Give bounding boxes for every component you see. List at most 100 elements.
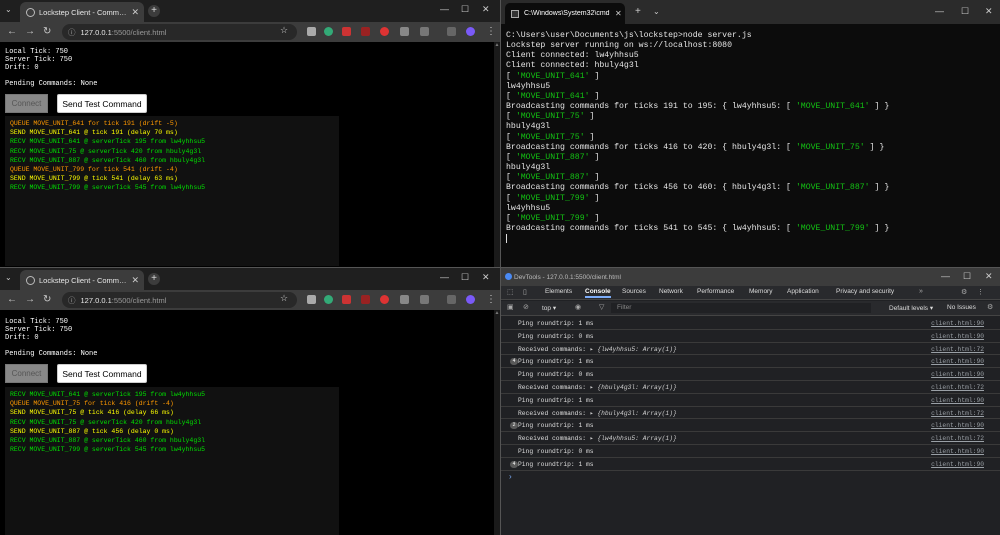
new-tab-button[interactable]: + [635, 6, 641, 17]
minimize-icon[interactable]: — [935, 6, 944, 16]
connect-button[interactable]: Connect [5, 94, 48, 113]
console-prompt-icon[interactable]: › [509, 472, 512, 481]
console-object-preview[interactable]: ▸ {lw4yhhsu5: Array(1)} [590, 435, 677, 442]
tab-search-icon[interactable]: ⌄ [5, 5, 12, 14]
extension-icon[interactable] [361, 27, 370, 36]
extension-icon[interactable] [307, 27, 316, 36]
forward-icon[interactable]: → [25, 294, 35, 305]
profile-avatar[interactable] [466, 27, 475, 36]
send-test-command-button[interactable]: Send Test Command [57, 364, 147, 383]
menu-kebab-icon[interactable]: ⋮ [486, 294, 496, 305]
tab-application[interactable]: Application [787, 288, 819, 295]
tab-memory[interactable]: Memory [749, 288, 772, 295]
more-tabs-icon[interactable]: » [919, 288, 923, 295]
extension-icon[interactable] [380, 27, 389, 36]
context-selector[interactable]: top ▾ [542, 304, 556, 312]
tab-network[interactable]: Network [659, 288, 683, 295]
reload-icon[interactable]: ↻ [43, 26, 51, 37]
extension-icon[interactable] [324, 27, 333, 36]
close-window-icon[interactable]: ✕ [985, 6, 993, 17]
chevron-down-icon[interactable]: ⌄ [653, 7, 660, 16]
filter-input[interactable]: Filter [611, 303, 871, 313]
address-bar[interactable]: ⓘ 127.0.0.1:5500/client.html [62, 292, 297, 308]
bookmark-star-icon[interactable]: ☆ [280, 25, 288, 36]
puzzle-icon[interactable] [420, 27, 429, 36]
source-link[interactable]: client.html:90 [931, 371, 984, 378]
source-link[interactable]: client.html:72 [931, 384, 984, 391]
connect-button[interactable]: Connect [5, 364, 48, 383]
maximize-icon[interactable]: ☐ [461, 4, 469, 15]
source-link[interactable]: client.html:90 [931, 397, 984, 404]
minimize-icon[interactable]: — [941, 271, 950, 281]
close-tab-icon[interactable]: ✕ [131, 275, 139, 286]
close-tab-icon[interactable]: ✕ [615, 9, 622, 18]
source-link[interactable]: client.html:90 [931, 333, 984, 340]
menu-kebab-icon[interactable]: ⋮ [486, 26, 496, 37]
extension-icon[interactable] [342, 295, 351, 304]
minimize-icon[interactable]: — [440, 4, 449, 14]
levels-dropdown[interactable]: Default levels ▾ [889, 304, 933, 312]
forward-icon[interactable]: → [25, 26, 35, 37]
terminal-output[interactable]: C:\Users\user\Documents\js\lockstep>node… [506, 31, 994, 247]
source-link[interactable]: client.html:90 [931, 422, 984, 429]
eye-icon[interactable]: ◉ [575, 303, 581, 311]
cmd-tab[interactable]: C:\Windows\System32\cmd.e ✕ [505, 3, 625, 24]
tab-sources[interactable]: Sources [622, 288, 646, 295]
extension-icon[interactable] [361, 295, 370, 304]
source-link[interactable]: client.html:72 [931, 410, 984, 417]
new-tab-button[interactable]: + [148, 273, 160, 285]
close-window-icon[interactable]: ✕ [482, 4, 490, 15]
inspect-icon[interactable]: ⬚ [507, 288, 514, 296]
source-link[interactable]: client.html:90 [931, 461, 984, 468]
profile-avatar[interactable] [466, 295, 475, 304]
source-link[interactable]: client.html:72 [931, 435, 984, 442]
reading-list-icon[interactable] [447, 295, 456, 304]
sidebar-icon[interactable]: ▣ [507, 303, 514, 311]
browser-tab[interactable]: Lockstep Client - Command Re ✕ [20, 2, 144, 22]
send-test-command-button[interactable]: Send Test Command [57, 94, 147, 113]
site-info-icon[interactable]: ⓘ [68, 27, 76, 38]
extension-icon[interactable] [400, 295, 409, 304]
extension-icon[interactable] [307, 295, 316, 304]
browser-tab[interactable]: Lockstep Client - Command Re ✕ [20, 270, 144, 290]
tab-console[interactable]: Console [585, 288, 611, 298]
source-link[interactable]: client.html:90 [931, 358, 984, 365]
bookmark-star-icon[interactable]: ☆ [280, 293, 288, 304]
extension-icon[interactable] [400, 27, 409, 36]
tab-performance[interactable]: Performance [697, 288, 734, 295]
source-link[interactable]: client.html:72 [931, 346, 984, 353]
source-link[interactable]: client.html:90 [931, 448, 984, 455]
puzzle-icon[interactable] [420, 295, 429, 304]
gear-icon[interactable]: ⚙ [987, 303, 993, 311]
gear-icon[interactable]: ⚙ [961, 288, 967, 296]
close-window-icon[interactable]: ✕ [482, 272, 490, 283]
maximize-icon[interactable]: ☐ [963, 271, 971, 282]
maximize-icon[interactable]: ☐ [461, 272, 469, 283]
terminal-text: C:\Users\user\Documents\js\lockstep>node… [506, 31, 752, 40]
extension-icon[interactable] [324, 295, 333, 304]
device-toggle-icon[interactable]: ▯ [523, 288, 527, 296]
close-tab-icon[interactable]: ✕ [131, 7, 139, 18]
extension-icon[interactable] [380, 295, 389, 304]
maximize-icon[interactable]: ☐ [961, 6, 969, 17]
address-bar[interactable]: ⓘ 127.0.0.1:5500/client.html [62, 24, 297, 40]
extension-icon[interactable] [342, 27, 351, 36]
close-window-icon[interactable]: ✕ [985, 271, 993, 282]
back-icon[interactable]: ← [7, 26, 17, 37]
back-icon[interactable]: ← [7, 294, 17, 305]
menu-kebab-icon[interactable]: ⋮ [977, 288, 984, 296]
tab-elements[interactable]: Elements [545, 288, 572, 295]
site-info-icon[interactable]: ⓘ [68, 295, 76, 306]
clear-console-icon[interactable]: ⊘ [523, 303, 529, 311]
issues-button[interactable]: No Issues [947, 304, 976, 311]
new-tab-button[interactable]: + [148, 5, 160, 17]
console-object-preview[interactable]: ▸ {hbuly4g3l: Array(1)} [590, 410, 677, 417]
minimize-icon[interactable]: — [440, 272, 449, 282]
reading-list-icon[interactable] [447, 27, 456, 36]
reload-icon[interactable]: ↻ [43, 294, 51, 305]
console-object-preview[interactable]: ▸ {lw4yhhsu5: Array(1)} [590, 346, 677, 353]
tab-search-icon[interactable]: ⌄ [5, 273, 12, 282]
source-link[interactable]: client.html:90 [931, 320, 984, 327]
console-object-preview[interactable]: ▸ {hbuly4g3l: Array(1)} [590, 384, 677, 391]
tab-privacy-and-security[interactable]: Privacy and security [836, 288, 894, 295]
